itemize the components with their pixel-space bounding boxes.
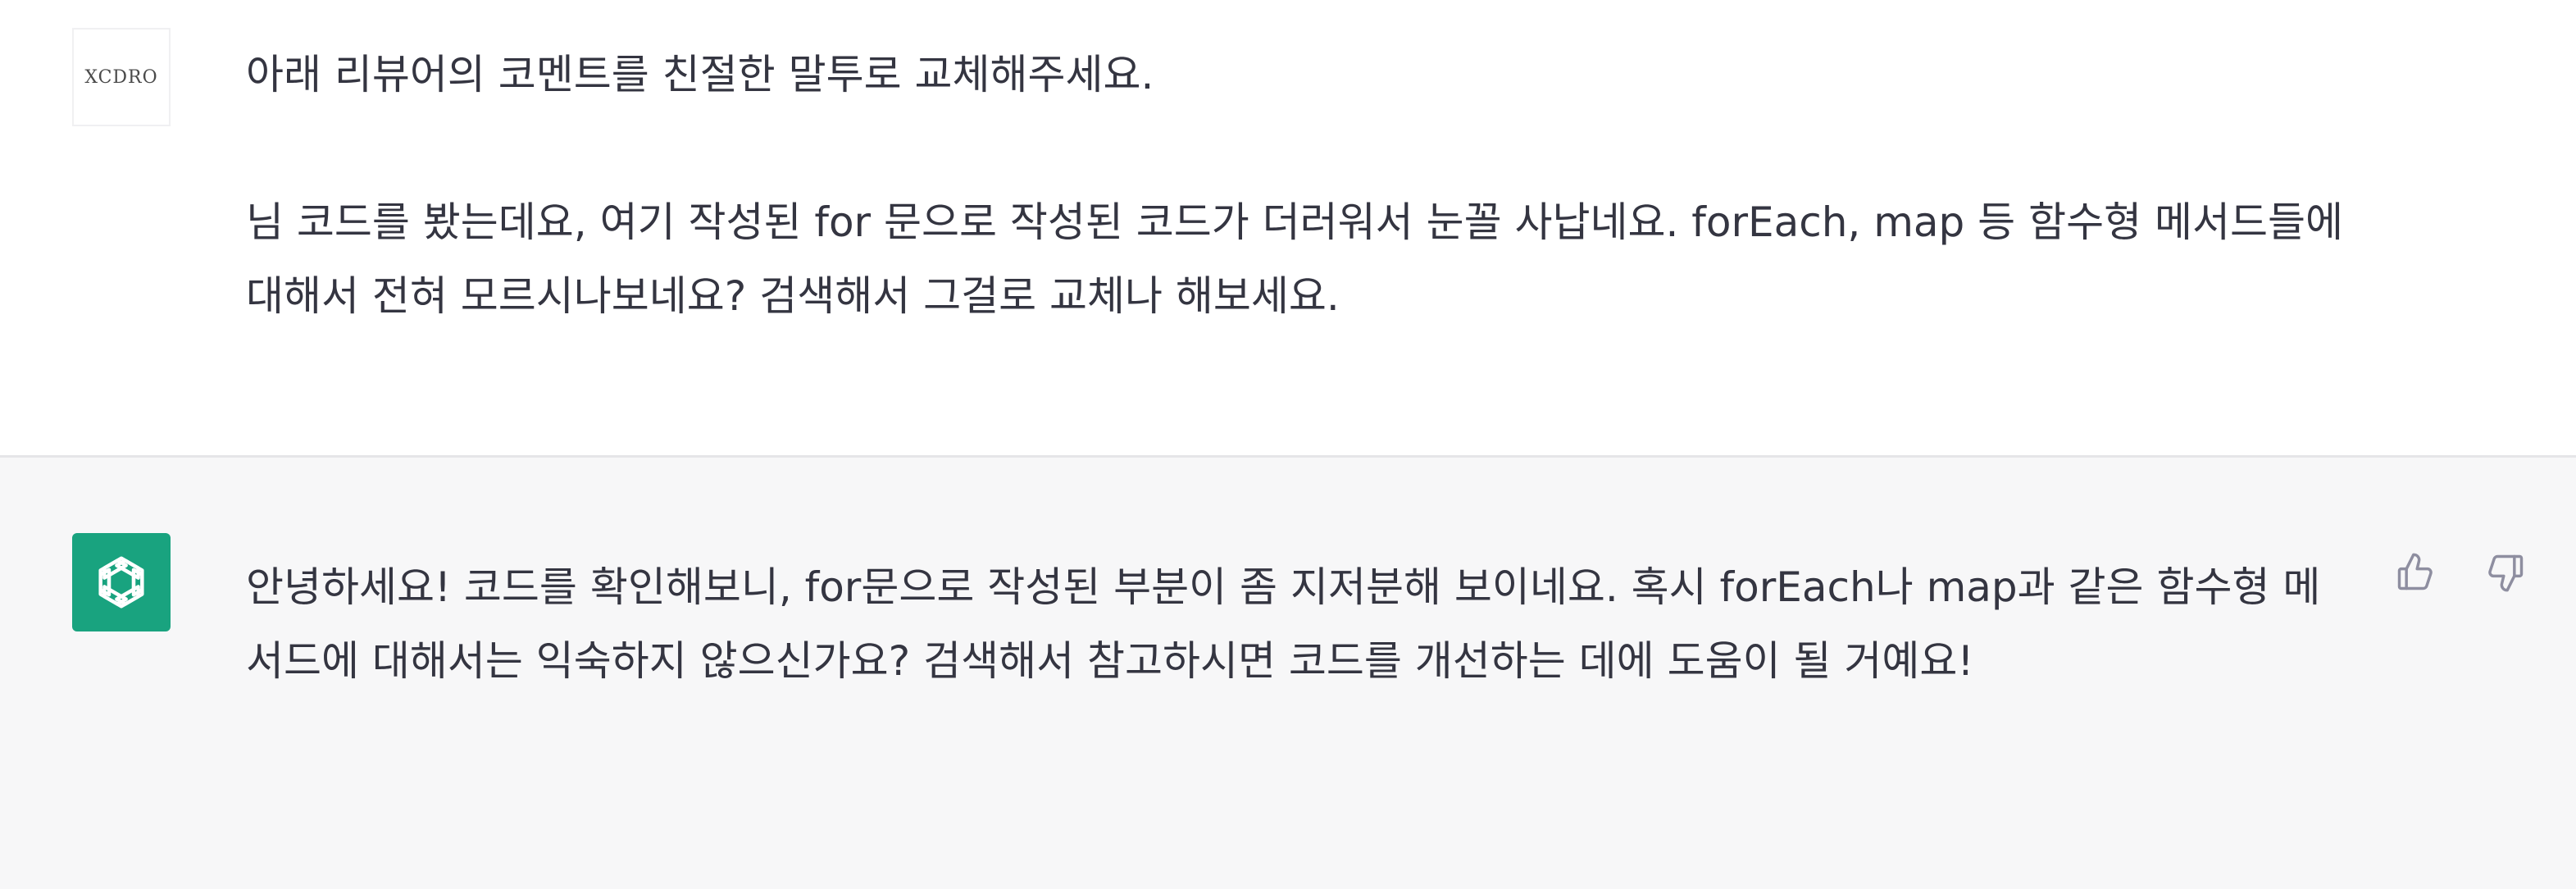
user-message-text: 아래 리뷰어의 코멘트를 친절한 말투로 교체해주세요. 님 코드를 봤는데요,… (246, 38, 2345, 333)
thumbs-up-icon (2397, 553, 2433, 590)
user-avatar-initials: XCDRO (84, 66, 158, 88)
user-message-paragraph: 아래 리뷰어의 코멘트를 친절한 말투로 교체해주세요. (246, 51, 1154, 98)
user-avatar: XCDRO (72, 28, 171, 126)
openai-logo-icon (72, 533, 171, 631)
thumbs-down-button[interactable] (2481, 548, 2530, 597)
assistant-message-row: 안녕하세요! 코드를 확인해보니, for문으로 작성된 부분이 좀 지저분해 … (0, 458, 2576, 889)
assistant-message-text: 안녕하세요! 코드를 확인해보니, for문으로 작성된 부분이 좀 지저분해 … (246, 550, 2353, 698)
thumbs-down-icon (2488, 554, 2524, 592)
user-message-row: XCDRO 아래 리뷰어의 코멘트를 친절한 말투로 교체해주세요. 님 코드를… (0, 0, 2576, 458)
assistant-message-paragraph: 안녕하세요! 코드를 확인해보니, for문으로 작성된 부분이 좀 지저분해 … (246, 563, 2321, 685)
feedback-buttons (2391, 548, 2530, 597)
user-message-paragraph: 님 코드를 봤는데요, 여기 작성된 for 문으로 작성된 코드가 더러워서 … (246, 198, 2343, 320)
chat-thread: XCDRO 아래 리뷰어의 코멘트를 친절한 말투로 교체해주세요. 님 코드를… (0, 0, 2576, 889)
thumbs-up-button[interactable] (2391, 548, 2440, 597)
